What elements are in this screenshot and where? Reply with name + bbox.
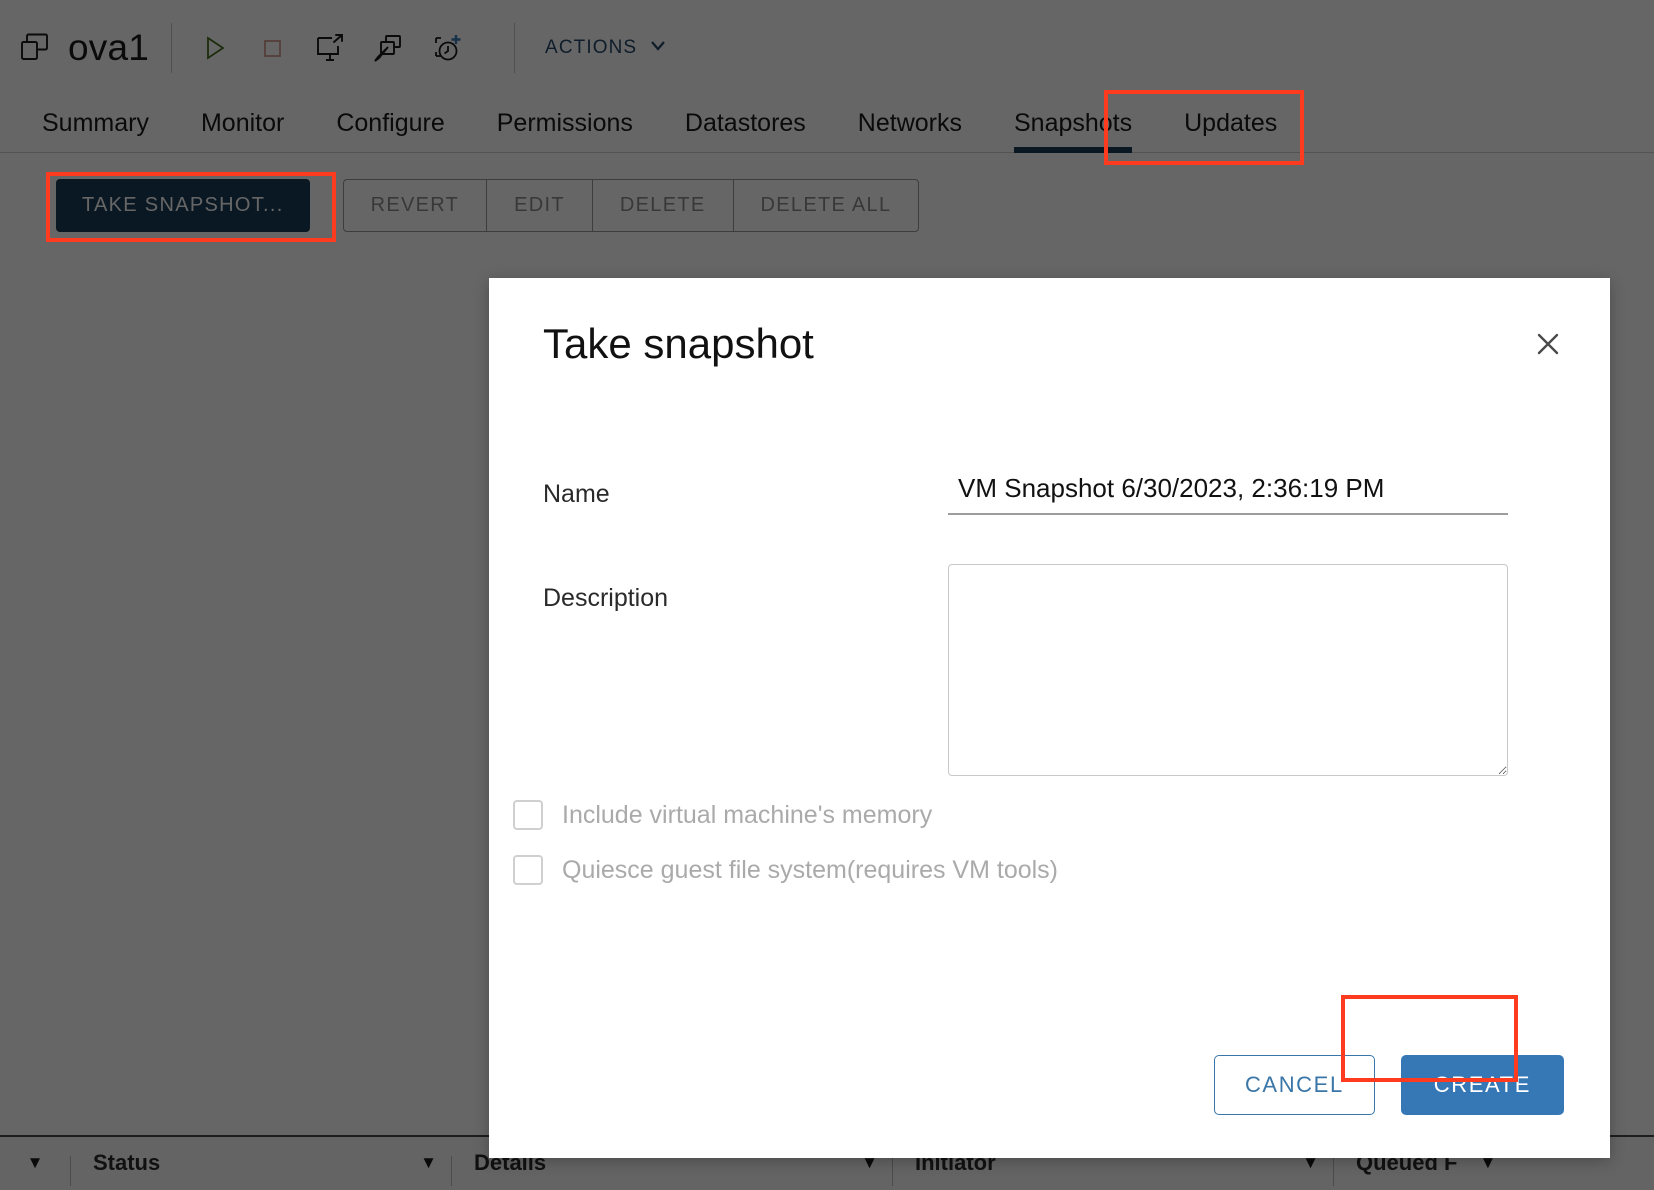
include-memory-row[interactable]: Include virtual machine's memory — [513, 800, 932, 830]
close-icon[interactable] — [1524, 320, 1572, 368]
quiesce-label: Quiesce guest file system(requires VM to… — [562, 855, 1059, 884]
create-button[interactable]: CREATE — [1400, 1055, 1564, 1115]
description-label: Description — [543, 584, 669, 612]
name-label: Name — [543, 479, 610, 508]
snapshot-description-textarea[interactable] — [948, 564, 1508, 776]
vsphere-client-window: ova1 — [0, 0, 1654, 1190]
quiesce-checkbox[interactable] — [513, 855, 543, 885]
name-field-row: Name — [513, 473, 1563, 515]
snapshot-name-input[interactable] — [948, 473, 1508, 515]
cancel-button[interactable]: CANCEL — [1213, 1055, 1375, 1115]
include-memory-label: Include virtual machine's memory — [562, 800, 933, 829]
dialog-footer: CANCEL CREATE — [1213, 1055, 1564, 1115]
include-memory-checkbox[interactable] — [513, 800, 543, 830]
dialog-title: Take snapshot — [543, 320, 814, 367]
take-snapshot-dialog: Take snapshot Name Description Include v… — [489, 278, 1610, 1158]
description-field-row: Description — [513, 564, 1563, 776]
quiesce-row[interactable]: Quiesce guest file system(requires VM to… — [513, 855, 1058, 885]
